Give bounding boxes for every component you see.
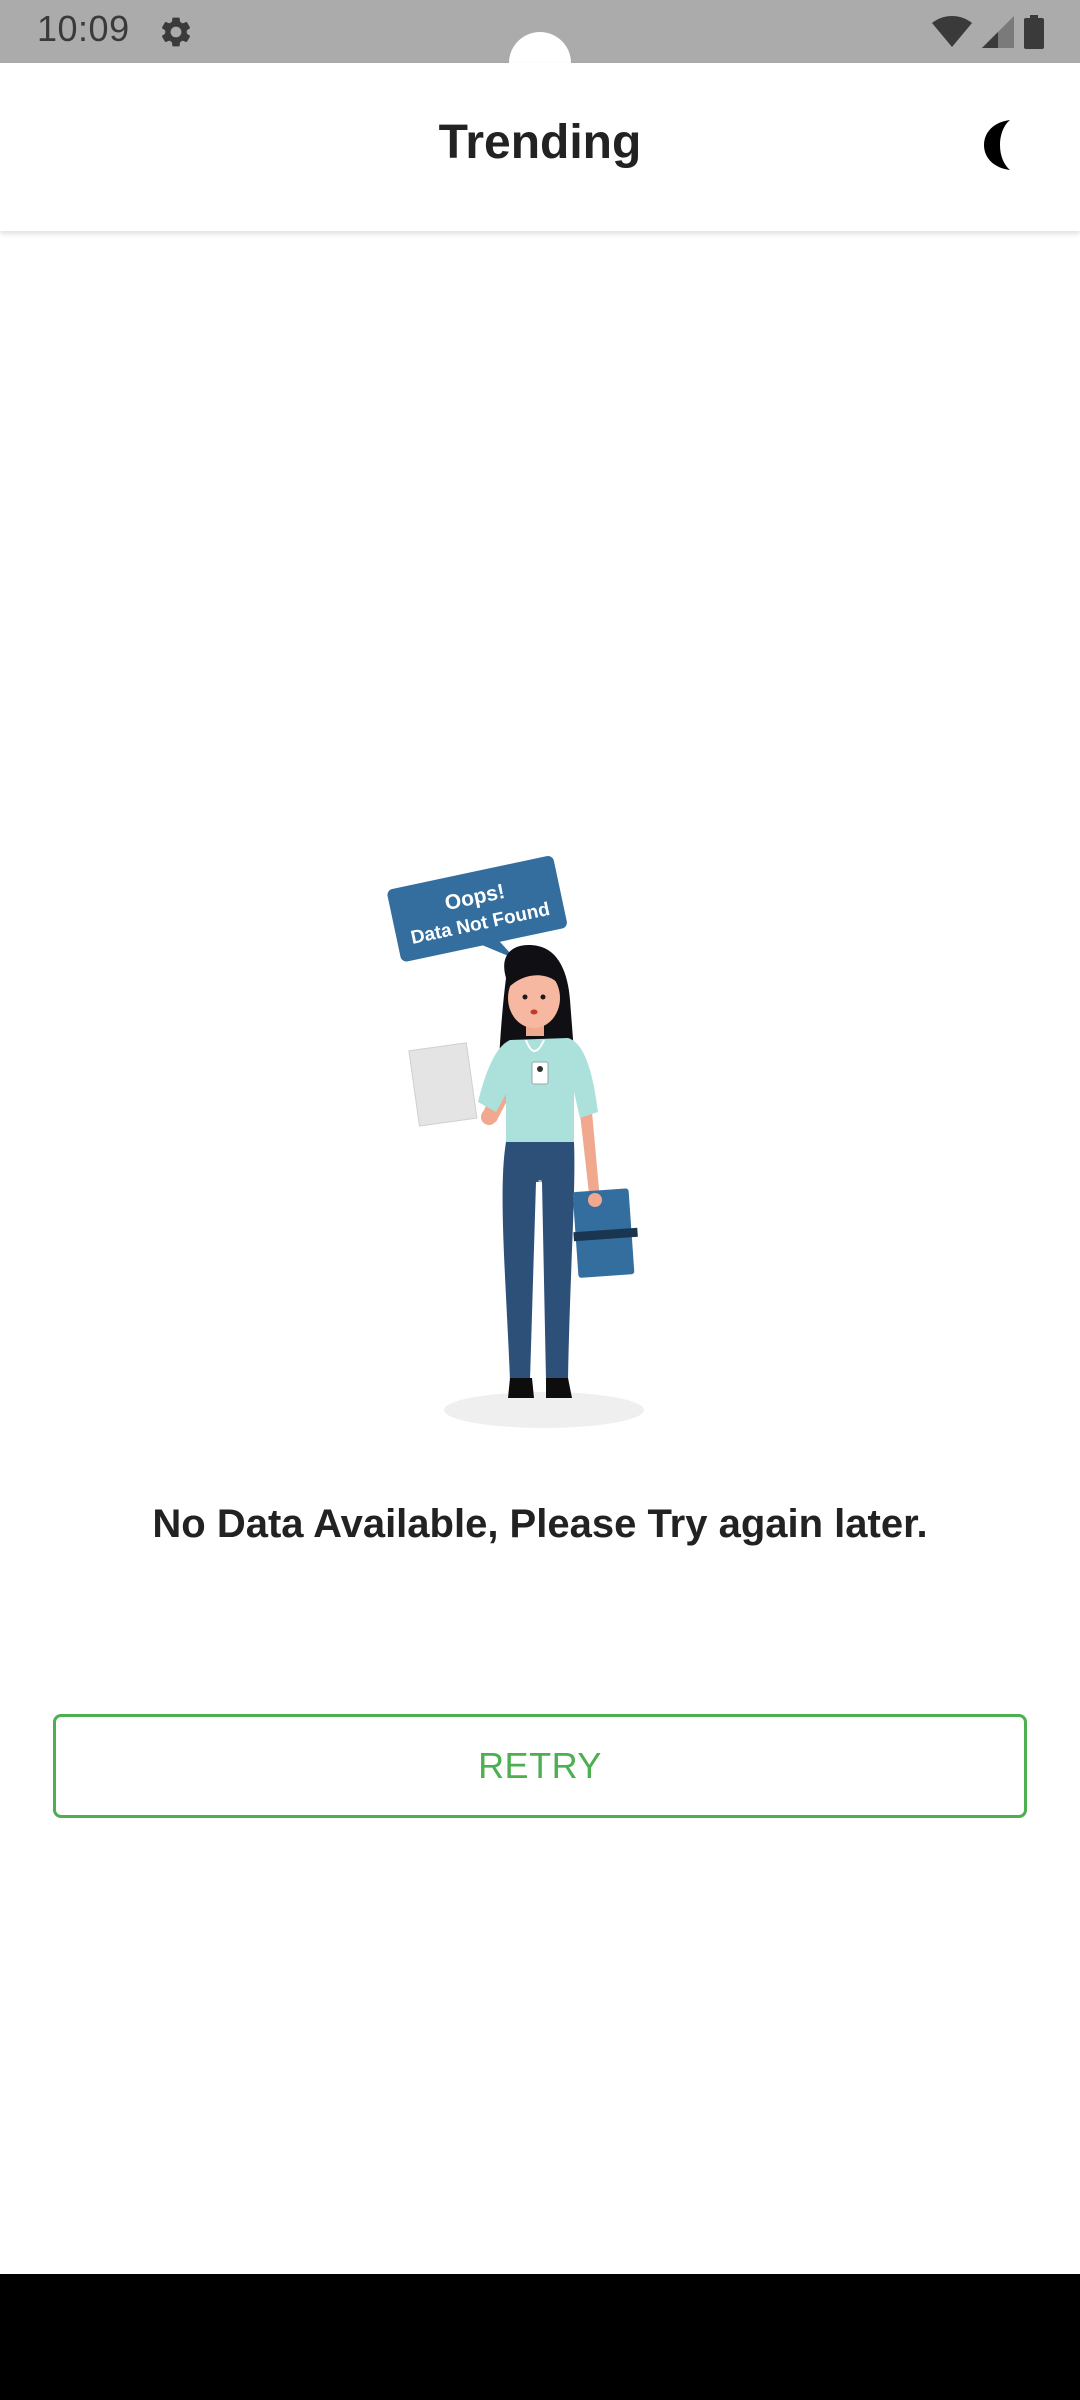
app-bar: Trending (0, 63, 1080, 231)
battery-icon (1024, 15, 1044, 49)
system-navigation-bar (0, 2274, 1080, 2400)
settings-gear-icon (161, 17, 191, 47)
wifi-icon (932, 16, 972, 47)
retry-button-label: RETRY (478, 1745, 602, 1786)
screen: 10:09 Trending Oops! Data Not Found No D… (0, 0, 1080, 2400)
signal-icon (982, 16, 1014, 48)
page-title: Trending (438, 116, 642, 169)
no-data-illustration: Oops! Data Not Found (387, 856, 644, 1428)
status-time: 10:09 (37, 8, 130, 49)
status-right-icons (932, 14, 1044, 50)
moon-icon[interactable] (974, 118, 1028, 172)
empty-state-message: No Data Available, Please Try again late… (152, 1502, 928, 1546)
retry-button[interactable]: RETRY (53, 1714, 1027, 1818)
